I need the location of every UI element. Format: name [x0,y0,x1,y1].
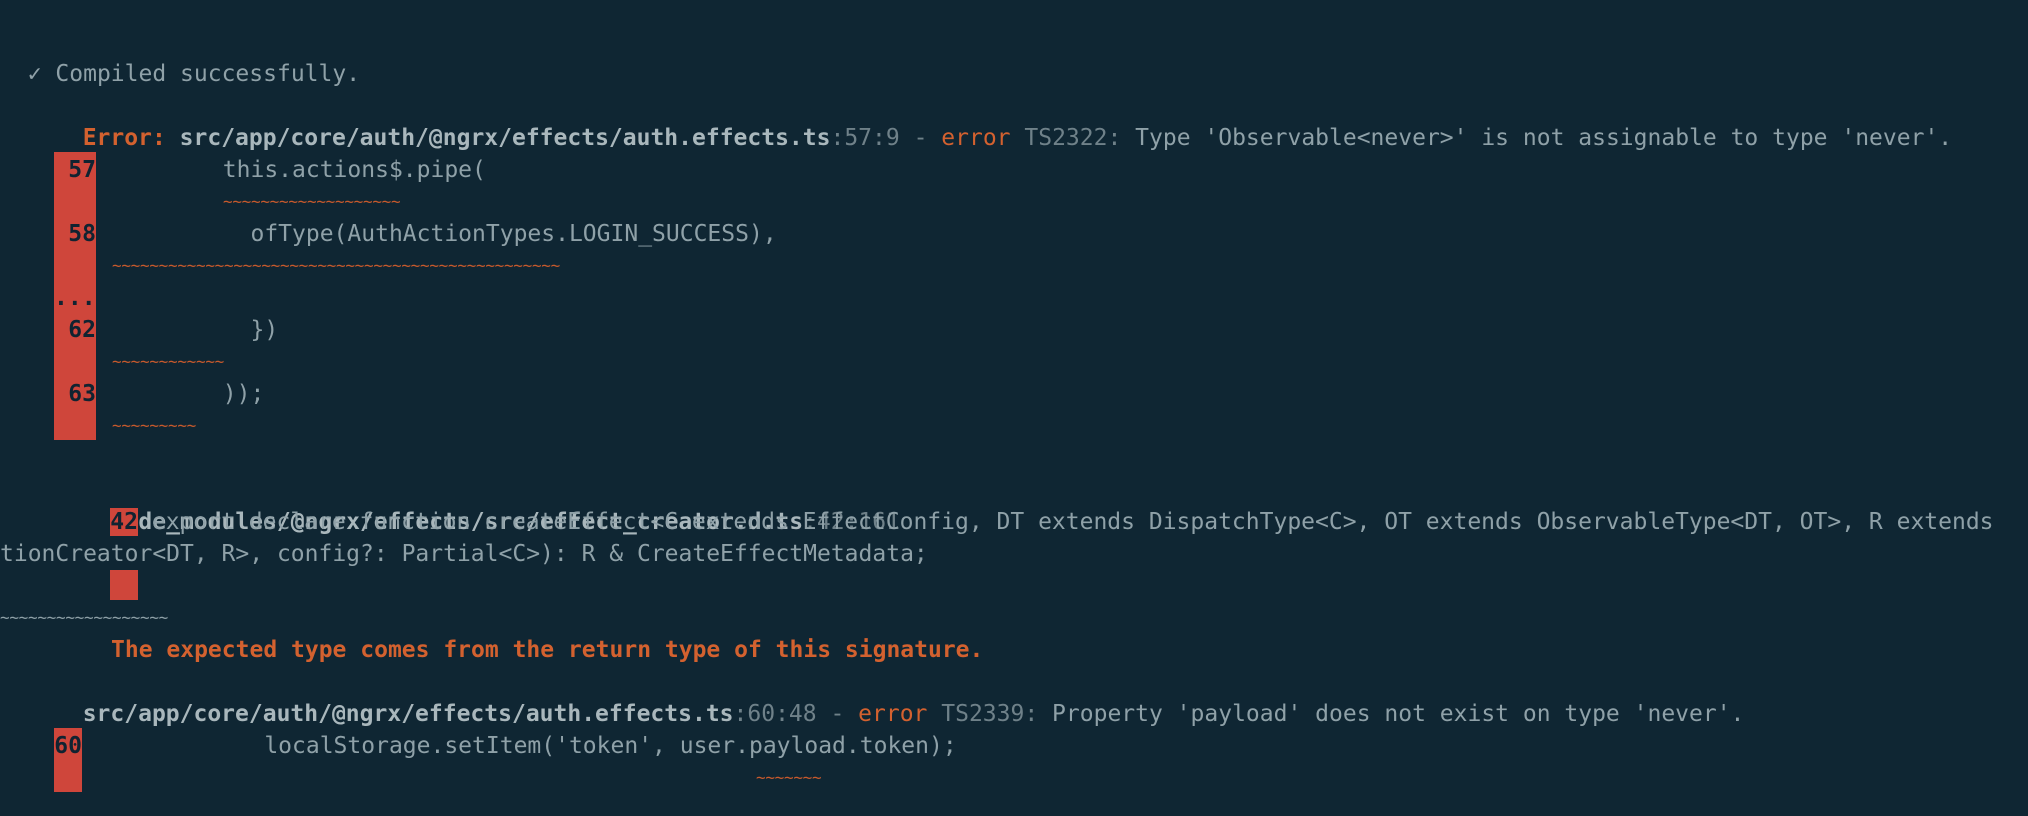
error-code: TS2322: [1010,125,1122,151]
code-line: this.actions$.pipe( [112,157,486,183]
line-number: 62 [68,317,96,343]
code-line: ofType(AuthActionTypes.LOGIN_SUCCESS), [112,221,777,247]
error-file-link[interactable]: src/app/core/auth/@ngrx/effects/auth.eff… [180,125,831,151]
error-label: Error: [82,125,166,151]
error-code: TS2339: [927,701,1039,727]
error-squiggle: ~~~~~~~~~~~~~~~~~~~~~~~~~~~~~~~~~~~~~~~~… [112,256,560,275]
code-line-wrapped: tionCreator<DT, R>, config?: Partial<C>)… [0,541,928,567]
line-number: 60 [54,733,82,759]
error-position: :57:9 [830,125,900,151]
compile-status: ✓ Compiled successfully. [0,26,360,87]
related-gutter-bottom [110,570,138,600]
error-position: :60:48 [733,701,817,727]
code-line: export declare function createEffect<C e… [138,509,1994,535]
error-file-link[interactable]: src/app/core/auth/@ngrx/effects/auth.eff… [83,701,734,727]
error-squiggle: ~~~~~~~ [756,768,822,787]
separator: - [899,125,942,151]
compiled-message: Compiled successfully. [55,61,361,87]
code-line: localStorage.setItem('token', user.paylo… [112,733,957,759]
separator: - [816,701,859,727]
check-icon: ✓ [27,61,42,87]
error-message: Property 'payload' does not exist on typ… [1038,701,1745,727]
error-keyword: error [858,701,928,727]
related-squiggle: ~~~~~~~~~~~~~~~~~~ [0,608,168,627]
line-number: 57 [68,157,96,183]
error-squiggle: ~~~~~~~~~ [112,416,196,435]
related-file-header: node_modules/@ngrx/effects/src/effect_cr… [83,474,900,535]
line-number: 42 [110,509,138,535]
error-message: Type 'Observable<never>' is not assignab… [1121,125,1953,151]
error-keyword: error [941,125,1011,151]
error-squiggle: ~~~~~~~~~~~~ [112,352,224,371]
related-note: The expected type comes from the return … [111,637,984,663]
error-squiggle: ~~~~~~~~~~~~~~~~~~~ [223,192,401,211]
line-number: 63 [68,381,96,407]
code-line: }) [112,317,279,343]
line-number: 58 [68,221,96,247]
error-header-2: src/app/core/auth/@ngrx/effects/auth.eff… [55,666,1745,727]
ellipsis: ... [54,285,96,311]
code-line: )); [112,381,265,407]
error-header-1: Error: src/app/core/auth/@ngrx/effects/a… [55,90,1952,151]
